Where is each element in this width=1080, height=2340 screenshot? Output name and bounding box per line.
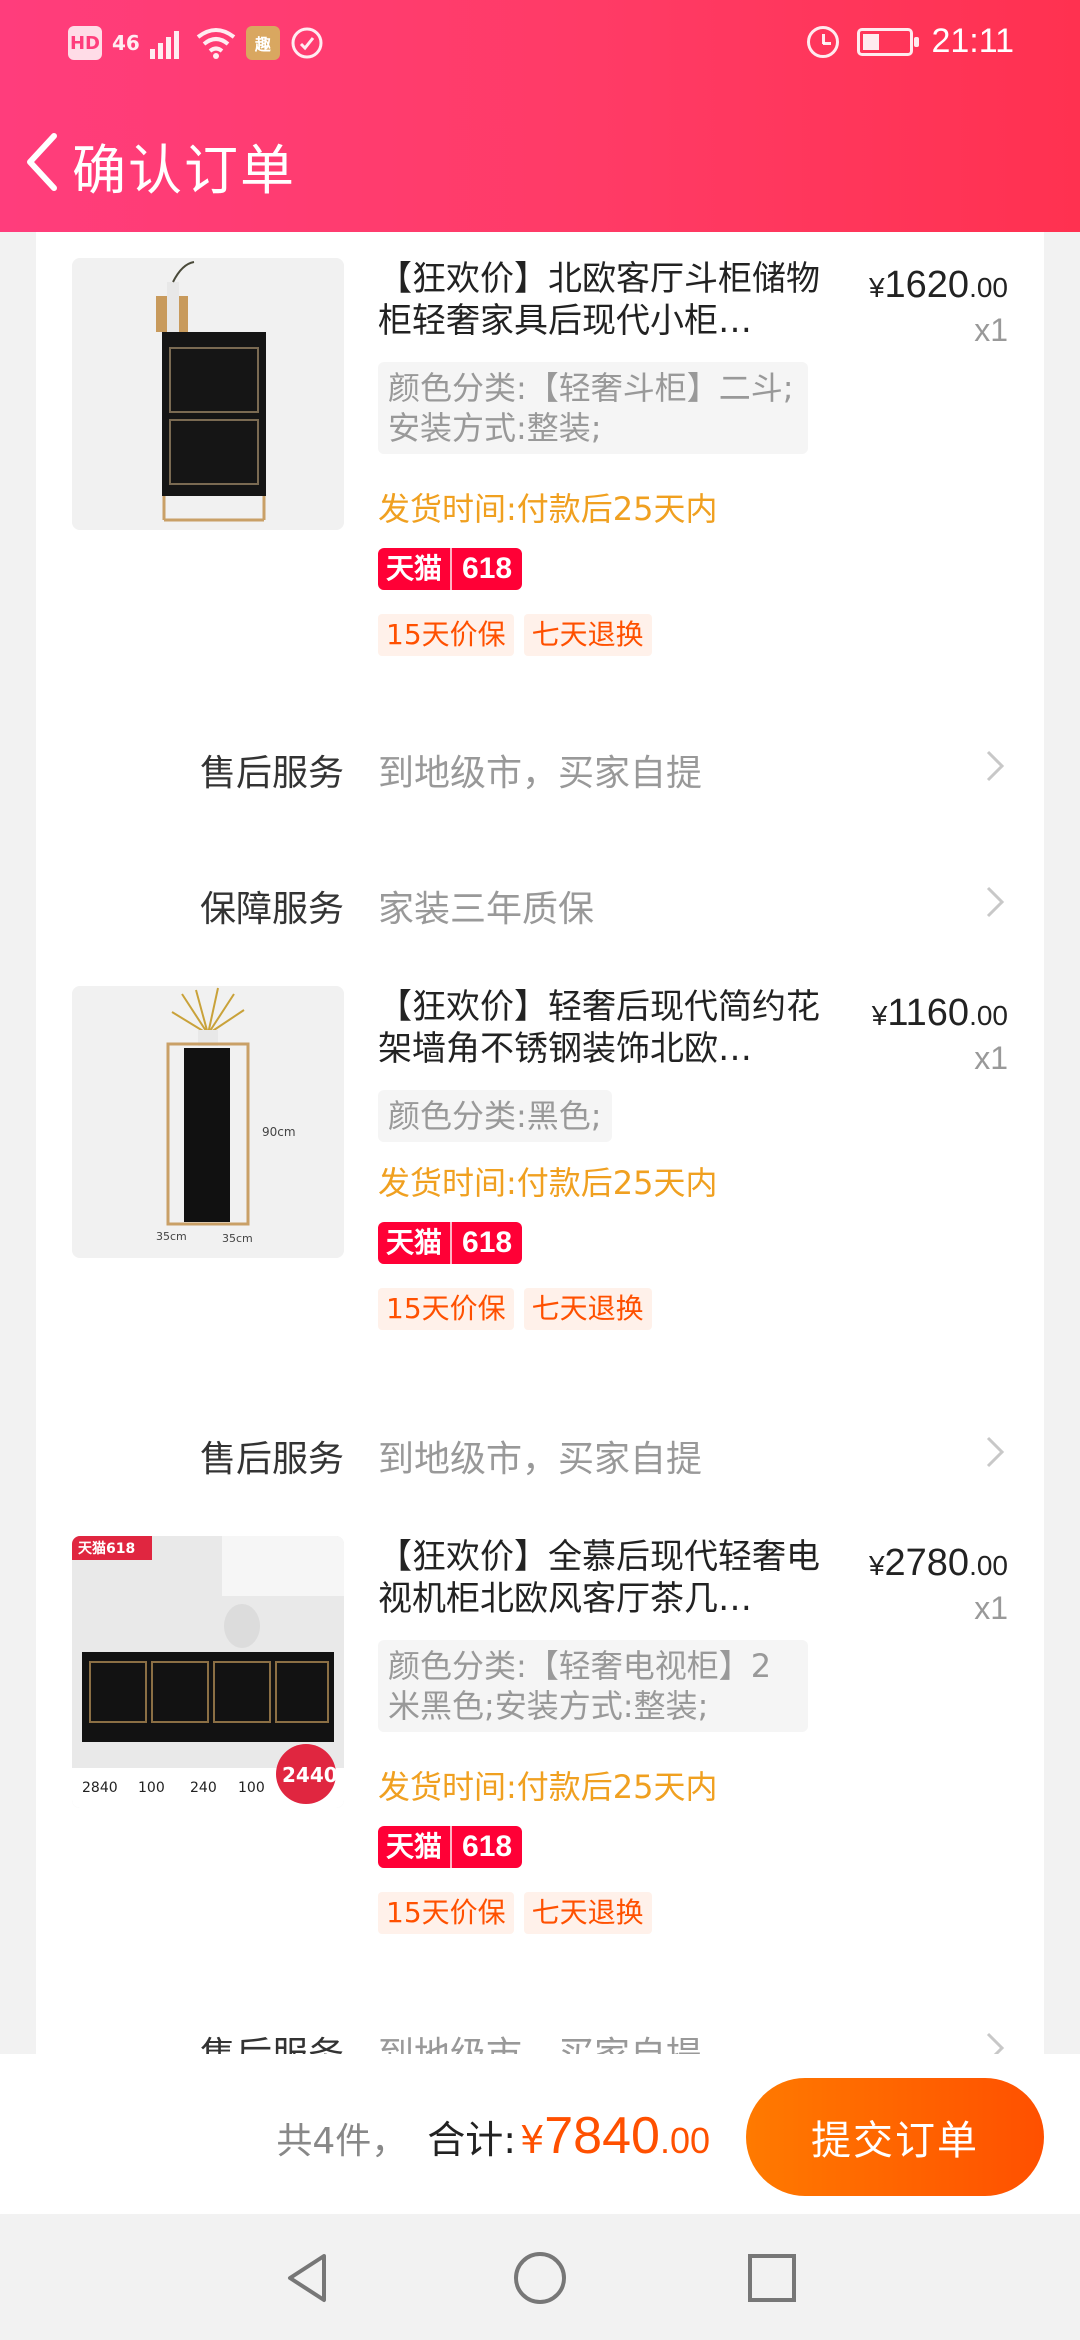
shipping-time: 发货时间:付款后25天内 — [378, 1164, 718, 1202]
shipping-time: 发货时间:付款后25天内 — [378, 1768, 718, 1806]
product-image[interactable]: 天猫618 2840 100 240 100 2440 — [72, 1536, 344, 1808]
product-item[interactable]: 90cm 35cm 35cm 【狂欢价】轻奢后现代简约花架墙角不锈钢装饰北欧… … — [36, 986, 1044, 1406]
status-bar: HD 46 趣 21:11 — [0, 0, 1080, 90]
row-label: 保障服务 — [199, 889, 344, 930]
battery-icon — [857, 27, 920, 56]
total-label: 合计: — [427, 2118, 517, 2162]
total-amount: 7840 — [544, 2107, 660, 2165]
after-sales-row[interactable]: 售后服务 到地级市，买家自提 — [36, 1412, 1044, 1492]
home-circle-icon[interactable] — [510, 2248, 570, 2308]
product-item[interactable]: 【狂欢价】北欧客厅斗柜储物柜轻奢家具后现代小柜… ¥1620.00 x1 颜色分… — [36, 258, 1044, 678]
checkout-bar: 共4件， 合计: ¥ 7840 .00 提交订单 — [0, 2054, 1080, 2214]
product-title: 【狂欢价】北欧客厅斗柜储物柜轻奢家具后现代小柜… — [378, 259, 820, 341]
product-quantity: x1 — [974, 312, 1008, 348]
chevron-right-icon — [986, 2032, 1005, 2054]
recents-square-icon[interactable] — [742, 2248, 802, 2308]
item-count: 共4件， — [276, 2121, 408, 2162]
submit-order-button[interactable]: 提交订单 — [746, 2078, 1044, 2196]
product-title: 【狂欢价】全慕后现代轻奢电视机柜北欧风客厅茶几… — [378, 1537, 820, 1619]
chevron-right-icon — [986, 1436, 1005, 1468]
product-image[interactable]: 90cm 35cm 35cm — [72, 986, 344, 1258]
nav-bar: 确认订单 — [0, 112, 1080, 212]
chevron-left-icon — [27, 133, 57, 191]
product-price: ¥1160.00 — [871, 992, 1008, 1034]
thumb-price: 2440 — [282, 1763, 338, 1787]
back-button[interactable] — [14, 122, 74, 202]
chevron-right-icon — [986, 886, 1005, 918]
after-sales-row[interactable]: 售后服务 到地级市，买家自提 — [36, 726, 1044, 806]
service-tags: 15天价保 七天退换 — [378, 614, 652, 656]
price-protect-tag: 15天价保 — [378, 1892, 514, 1934]
product-quantity: x1 — [974, 1590, 1008, 1626]
product-spec[interactable]: 颜色分类:黑色; — [378, 1090, 612, 1142]
tmall-618-badge: 天猫 618 — [378, 1222, 523, 1264]
product-price: ¥1620.00 — [868, 264, 1008, 306]
dimension-label: 35cm — [222, 1232, 253, 1245]
alarm-icon — [807, 25, 840, 58]
header: HD 46 趣 21:11 确认订单 — [0, 0, 1080, 232]
product-spec[interactable]: 颜色分类:【轻奢电视柜】2米黑色;安装方式:整装; — [378, 1640, 808, 1732]
product-quantity: x1 — [974, 1040, 1008, 1076]
order-summary: 共4件， 合计: ¥ 7840 .00 — [276, 2106, 710, 2166]
total-decimal: .00 — [659, 2120, 710, 2161]
guarantee-row[interactable]: 保障服务 家装三年质保 — [36, 862, 1044, 942]
page-title: 确认订单 — [72, 139, 296, 202]
return-tag: 七天退换 — [523, 1288, 652, 1330]
dimension-label: 90cm — [262, 1125, 296, 1139]
thumb-stat: 100 — [138, 1780, 165, 1796]
row-label: 售后服务 — [199, 1439, 344, 1480]
thumb-stat: 100 — [238, 1780, 265, 1796]
system-nav-bar — [0, 2214, 1080, 2340]
cabinet-image — [72, 258, 344, 530]
return-tag: 七天退换 — [523, 614, 652, 656]
dimension-label: 35cm — [156, 1230, 187, 1243]
product-price: ¥2780.00 — [868, 1542, 1008, 1584]
after-sales-row[interactable]: 售后服务 到地级市，买家自提 — [36, 2008, 1044, 2054]
product-title: 【狂欢价】轻奢后现代简约花架墙角不锈钢装饰北欧… — [378, 987, 820, 1069]
service-tags: 15天价保 七天退换 — [378, 1288, 652, 1330]
app-notification-icon: 趣 — [245, 26, 280, 60]
row-value: 到地级市，买家自提 — [378, 2026, 702, 2054]
row-value: 到地级市，买家自提 — [378, 1439, 703, 1480]
row-label: 售后服务 — [199, 753, 344, 794]
product-image[interactable] — [72, 258, 344, 530]
signal-icon — [149, 31, 179, 59]
thumb-stat: 2840 — [82, 1780, 118, 1796]
shield-icon — [291, 27, 323, 59]
back-triangle-icon[interactable] — [278, 2248, 338, 2308]
thumb-badge: 天猫618 — [78, 1540, 135, 1557]
status-time: 21:11 — [931, 22, 1014, 60]
total-currency: ¥ — [520, 2118, 545, 2162]
hd-icon: HD — [68, 26, 102, 60]
return-tag: 七天退换 — [523, 1892, 652, 1934]
chevron-right-icon — [986, 750, 1005, 782]
thumb-stat: 240 — [190, 1780, 217, 1796]
network-type-label: 46 — [112, 31, 140, 55]
row-value: 家装三年质保 — [378, 889, 595, 930]
tv-cabinet-image: 天猫618 2840 100 240 100 2440 — [72, 1536, 344, 1808]
price-protect-tag: 15天价保 — [378, 1288, 514, 1330]
row-label: 售后服务 — [200, 2026, 344, 2054]
wifi-icon — [196, 28, 236, 59]
price-protect-tag: 15天价保 — [378, 614, 514, 656]
order-items-card: 【狂欢价】北欧客厅斗柜储物柜轻奢家具后现代小柜… ¥1620.00 x1 颜色分… — [36, 232, 1044, 2054]
product-spec[interactable]: 颜色分类:【轻奢斗柜】二斗;安装方式:整装; — [378, 362, 808, 454]
row-value: 到地级市，买家自提 — [378, 753, 703, 794]
flower-stand-image: 90cm 35cm 35cm — [72, 986, 344, 1258]
service-tags: 15天价保 七天退换 — [378, 1892, 652, 1934]
product-item[interactable]: 天猫618 2840 100 240 100 2440 【狂欢价】全慕后现代轻奢… — [36, 1536, 1044, 1956]
tmall-618-badge: 天猫 618 — [378, 548, 523, 590]
tmall-618-badge: 天猫 618 — [378, 1826, 523, 1868]
shipping-time: 发货时间:付款后25天内 — [378, 490, 718, 528]
